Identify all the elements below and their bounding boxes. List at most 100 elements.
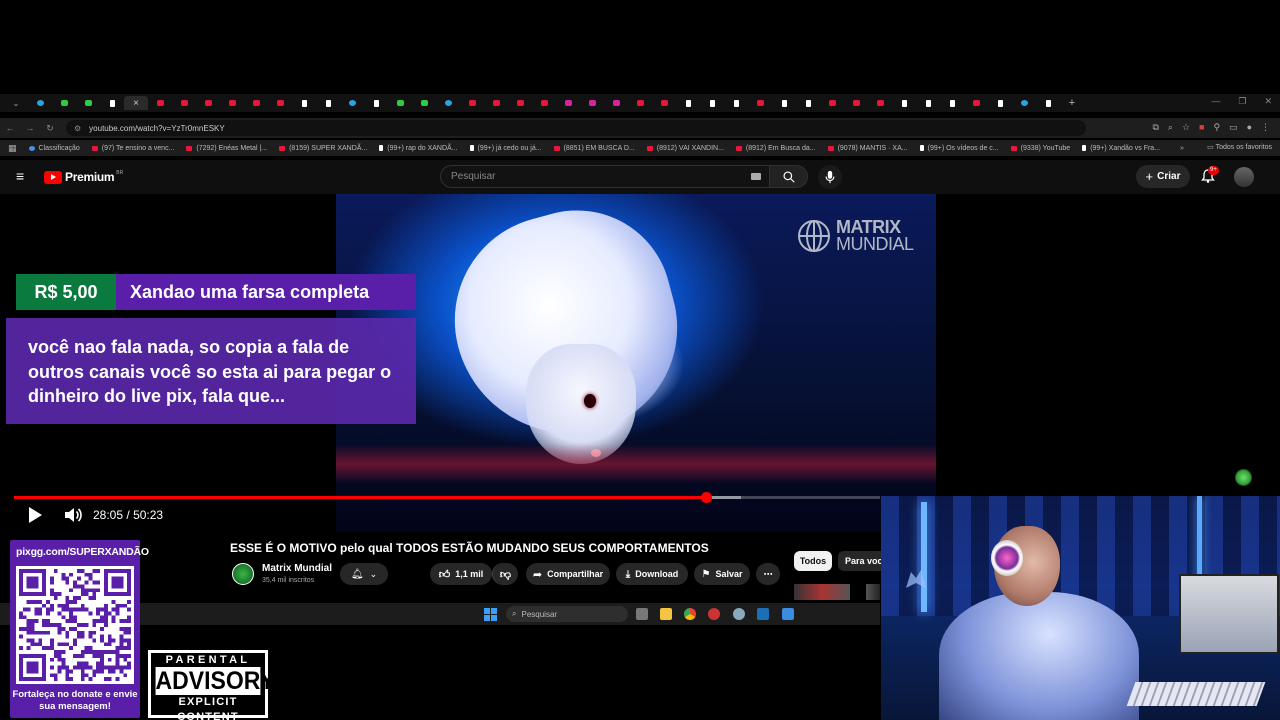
browser-tab[interactable] [700, 96, 724, 110]
install-icon[interactable]: ⧉ [1152, 122, 1158, 133]
browser-tab[interactable] [460, 96, 484, 110]
app-icon[interactable] [708, 608, 720, 620]
browser-tab[interactable] [556, 96, 580, 110]
browser-tab[interactable] [388, 96, 412, 110]
browser-tab[interactable] [100, 96, 124, 110]
bookmark-star-icon[interactable]: ☆ [1182, 122, 1190, 133]
create-button[interactable]: + Criar [1136, 165, 1190, 188]
browser-tab[interactable] [148, 96, 172, 110]
browser-tab[interactable] [220, 96, 244, 110]
browser-tab[interactable] [508, 96, 532, 110]
extension-red-icon[interactable]: ■ [1199, 122, 1204, 133]
chip-all[interactable]: Todos [794, 551, 832, 571]
bookmark-item[interactable]: (99+) Os vídeos de c... [919, 145, 999, 152]
browser-tab[interactable] [844, 96, 868, 110]
bookmarks-overflow-icon[interactable]: » [1180, 145, 1184, 152]
more-actions-button[interactable]: ⋯ [756, 563, 780, 585]
browser-tab[interactable] [532, 96, 556, 110]
close-window-icon[interactable]: ✕ [1264, 96, 1272, 107]
all-bookmarks-button[interactable]: ▭ Todos os favoritos [1207, 143, 1272, 151]
file-explorer-icon[interactable] [660, 608, 672, 620]
voice-search-button[interactable] [818, 165, 842, 189]
browser-tab[interactable] [940, 96, 964, 110]
browser-tab[interactable] [916, 96, 940, 110]
browser-tab[interactable] [196, 96, 220, 110]
browser-tab[interactable] [268, 96, 292, 110]
bookmark-item[interactable]: (8851) EM BUSCA D... [553, 145, 635, 152]
bookmark-item[interactable]: (99+) Xandão vs Fra... [1082, 145, 1160, 152]
windows-start-icon[interactable] [484, 608, 497, 621]
browser-tab[interactable] [796, 96, 820, 110]
settings-gear-icon[interactable] [733, 608, 745, 620]
bookmark-item[interactable]: Classificação [28, 145, 80, 152]
browser-tab[interactable] [1036, 96, 1060, 110]
share-button[interactable]: ➦ Compartilhar [526, 563, 610, 585]
keyboard-icon[interactable] [751, 173, 761, 180]
volume-icon[interactable] [64, 507, 82, 523]
subscription-notifications-button[interactable]: 🔔︎ ⌄ [340, 563, 388, 585]
browser-tab[interactable] [676, 96, 700, 110]
browser-tab[interactable] [52, 96, 76, 110]
browser-tab[interactable] [292, 96, 316, 110]
channel-name[interactable]: Matrix Mundial [262, 563, 332, 574]
extension-icon[interactable]: ▭ [1229, 122, 1238, 133]
browser-tab[interactable] [364, 96, 388, 110]
tab-close-icon[interactable]: × [133, 98, 139, 109]
bookmark-item[interactable]: (9338) YouTube [1010, 145, 1070, 152]
browser-tab[interactable] [868, 96, 892, 110]
browser-tab[interactable] [772, 96, 796, 110]
save-button[interactable]: ⚑ Salvar [694, 563, 750, 585]
download-button[interactable]: ⤓ Download [616, 563, 688, 585]
search-input[interactable] [451, 171, 741, 182]
bookmark-item[interactable]: (97) Te ensino a venc... [91, 145, 174, 152]
taskbar-search[interactable]: ⌕ Pesquisar [506, 606, 628, 622]
tab-list-button[interactable]: ⌄ [4, 96, 28, 110]
site-info-icon[interactable]: ⚙ [74, 124, 81, 133]
browser-tab[interactable] [1012, 96, 1036, 110]
apps-grid-icon[interactable]: ▦ [8, 143, 17, 154]
browser-tab[interactable] [652, 96, 676, 110]
browser-tab[interactable] [412, 96, 436, 110]
forward-icon[interactable]: → [20, 123, 40, 133]
browser-tab[interactable] [892, 96, 916, 110]
browser-tab[interactable] [964, 96, 988, 110]
url-bar[interactable]: ⚙ youtube.com/watch?v=YzTr0mnESKY [66, 120, 1086, 136]
bookmark-item[interactable]: (8912) Em Busca da... [735, 145, 816, 152]
bookmark-item[interactable]: (99+) já cedo ou já... [469, 145, 542, 152]
profile-icon[interactable]: ● [1247, 122, 1252, 133]
chrome-icon[interactable] [684, 608, 696, 620]
recommended-video-thumbnail[interactable] [866, 584, 880, 600]
browser-tab[interactable] [748, 96, 772, 110]
bookmark-item[interactable]: (8159) SUPER XANDÃ... [279, 145, 367, 152]
browser-tab[interactable] [316, 96, 340, 110]
zoom-icon[interactable]: ⌕ [1168, 122, 1173, 133]
task-view-icon[interactable] [636, 608, 648, 620]
browser-tab[interactable] [604, 96, 628, 110]
browser-tab[interactable] [988, 96, 1012, 110]
browser-tab[interactable] [820, 96, 844, 110]
browser-tab[interactable] [484, 96, 508, 110]
bookmark-item[interactable]: (7292) Enéas Metal |... [186, 145, 267, 152]
browser-tab[interactable] [628, 96, 652, 110]
browser-tab[interactable] [580, 96, 604, 110]
play-icon[interactable] [26, 506, 44, 524]
browser-tab[interactable] [340, 96, 364, 110]
browser-tab[interactable] [28, 96, 52, 110]
bookmark-item[interactable]: (9078) MANTIS · XA... [827, 145, 908, 152]
browser-tab[interactable] [172, 96, 196, 110]
bookmark-item[interactable]: (8912) VAI XANDIN... [646, 145, 724, 152]
dislike-button[interactable]: 👎︎ [492, 563, 518, 585]
progress-bar[interactable] [14, 492, 880, 503]
back-icon[interactable]: ← [0, 123, 20, 133]
browser-tab[interactable] [436, 96, 460, 110]
menu-icon[interactable]: ≡ [16, 169, 28, 183]
bookmark-item[interactable]: (99+) rap do XANDÃ... [379, 145, 458, 152]
channel-avatar[interactable] [232, 563, 254, 585]
steam-icon[interactable] [757, 608, 769, 620]
reload-icon[interactable]: ↻ [40, 123, 60, 134]
browser-tab[interactable] [724, 96, 748, 110]
browser-tab[interactable] [76, 96, 100, 110]
menu-kebab-icon[interactable]: ⋮ [1261, 122, 1270, 133]
like-button[interactable]: 👍︎ 1,1 mil [430, 563, 492, 585]
youtube-logo[interactable]: Premium BR [44, 170, 123, 184]
